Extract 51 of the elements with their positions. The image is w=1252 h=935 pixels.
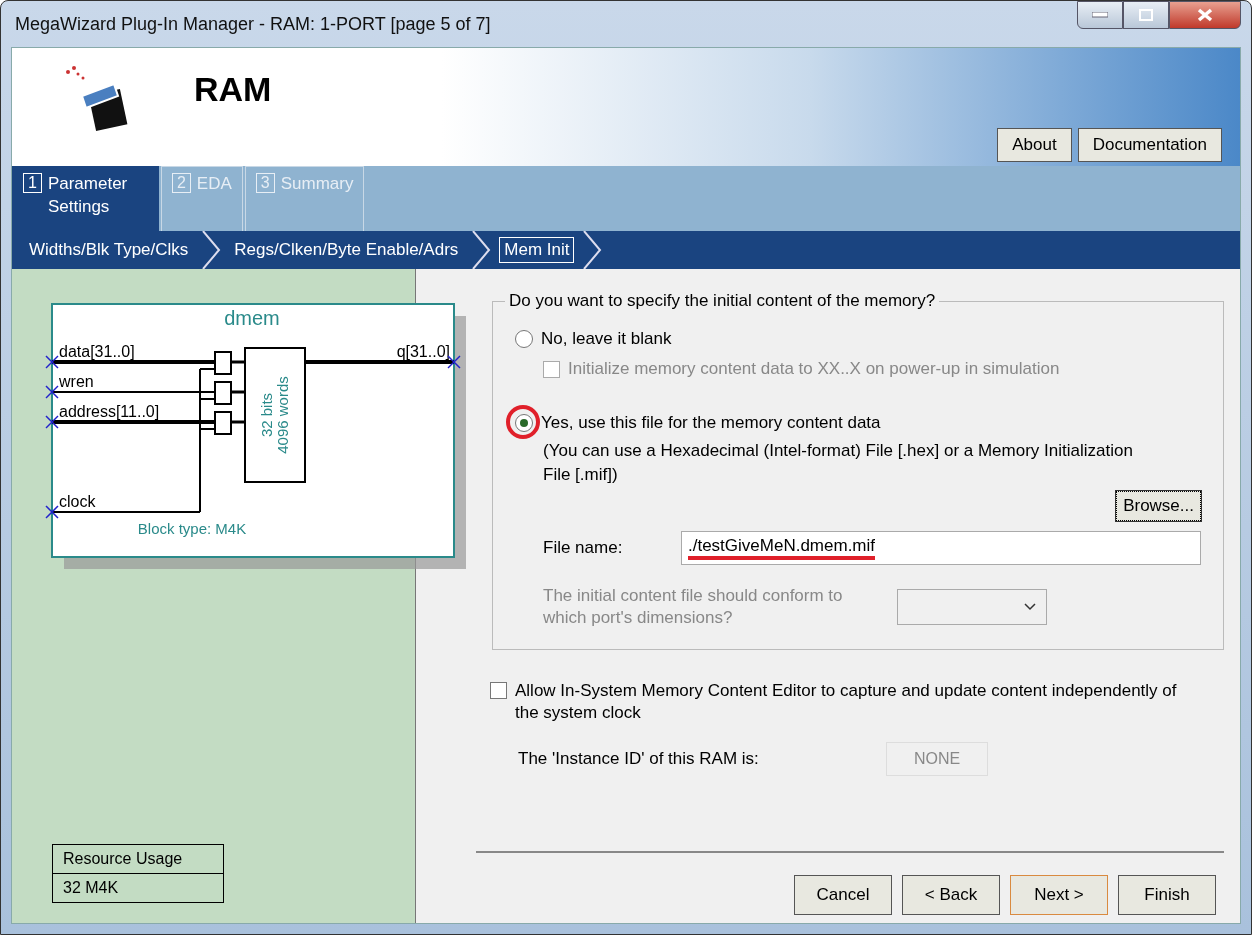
wizard-tab[interactable]: 1 Parameter Settings: [12, 166, 159, 231]
step-link[interactable]: Mem Init: [499, 237, 575, 263]
field-label: The initial content file should conform to which port's dimensions?: [543, 584, 844, 629]
port-label: address[11..0]: [59, 403, 160, 420]
wizard-button[interactable]: Cancel: [794, 875, 892, 915]
block-name: dmem: [224, 307, 280, 329]
header-button[interactable]: About: [997, 128, 1072, 162]
depth-label: 4096 words: [274, 376, 291, 454]
checkbox-label: Initialize memory content data to XX..X on power-up in simulation: [568, 359, 1060, 379]
pin-icon: [45, 385, 59, 399]
step-link[interactable]: Regs/Clken/Byte Enable/Adrs: [229, 237, 464, 263]
radio-label[interactable]: Yes, use this file for the memory content data: [541, 413, 881, 433]
file-name-field[interactable]: ./testGiveMeN.dmem.mif: [681, 530, 1201, 565]
radio-button[interactable]: [515, 414, 533, 432]
maximize-button[interactable]: [1123, 1, 1169, 29]
field-label: File name:: [543, 537, 624, 558]
maximize-icon: [1139, 9, 1153, 21]
chevron-icon: [582, 231, 603, 269]
checkbox-label: Allow In-System Memory Content Editor to capture and update content independently of the system clock: [515, 679, 1178, 724]
header-button[interactable]: Documentation: [1077, 128, 1222, 162]
port-label: data[31..0]: [59, 343, 135, 360]
block-type-label: Block type: M4K: [137, 520, 247, 537]
hint-text: (You can use a Hexadecimal (Intel-format) File [.hex] or a Memory Initialization File [.mif]): [542, 440, 1134, 486]
wizard-button[interactable]: Finish: [1118, 875, 1216, 915]
wizard-button[interactable]: Next >: [1010, 875, 1108, 915]
port-label: q[31..0]: [396, 343, 450, 360]
header-title: RAM: [194, 70, 272, 110]
radio-label[interactable]: No, leave it blank: [541, 329, 672, 349]
chevron-icon: [201, 231, 222, 269]
port-label: clock: [59, 493, 96, 510]
minimize-icon: [1092, 12, 1108, 18]
close-button[interactable]: [1169, 1, 1241, 29]
pin-icon: [45, 415, 59, 429]
wizard-button[interactable]: < Back: [902, 875, 1000, 915]
browse-button[interactable]: Browse...: [1116, 490, 1201, 521]
pin-icon: [45, 355, 59, 369]
close-icon: [1197, 8, 1213, 22]
table-cell: 32 M4K: [53, 873, 223, 902]
table-header: Resource Usage: [62, 849, 184, 869]
chevron-icon: [471, 231, 492, 269]
window-title: MegaWizard Plug-In Manager - RAM: 1-PORT [page 5 of 7]: [14, 13, 491, 35]
pin-icon: [447, 355, 461, 369]
checkbox[interactable]: [490, 681, 507, 699]
port-label: wren: [59, 373, 94, 390]
step-link[interactable]: Widths/Blk Type/Clks: [24, 237, 194, 263]
field-label: The 'Instance ID' of this RAM is:: [518, 748, 760, 769]
width-label: 32 bits: [258, 392, 275, 438]
radio-button[interactable]: [515, 330, 533, 348]
group-title: Do you want to specify the initial content of the memory?: [508, 291, 937, 311]
minimize-button[interactable]: [1077, 1, 1123, 29]
pin-icon: [45, 505, 59, 519]
